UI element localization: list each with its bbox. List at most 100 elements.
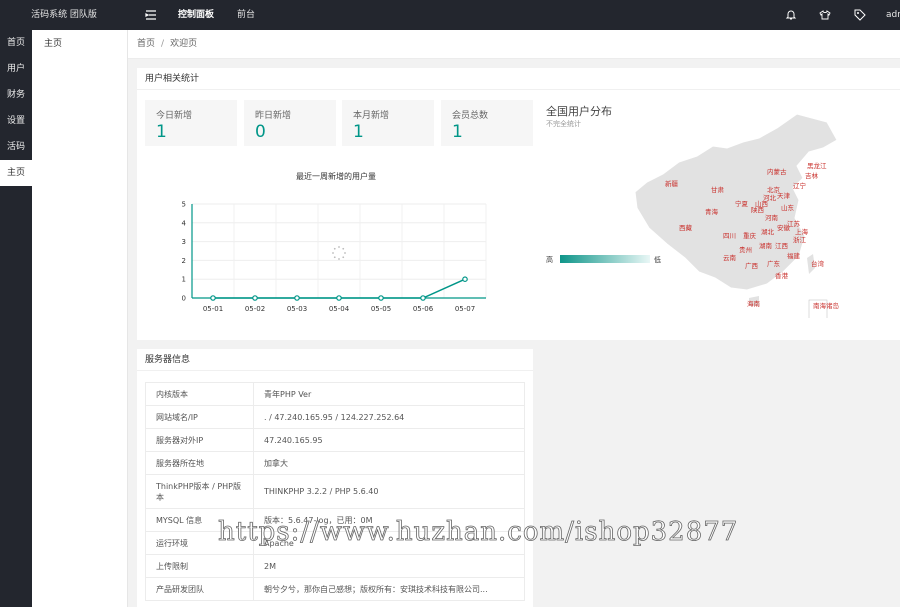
- tag-icon[interactable]: [854, 9, 866, 21]
- data-point[interactable]: [462, 276, 468, 283]
- loading-spinner-dot: [338, 258, 340, 260]
- x-tick-label: 05-04: [329, 305, 350, 313]
- row-value: . / 47.240.165.95 / 124.227.252.64: [253, 405, 525, 429]
- map-province-label[interactable]: 安徽: [777, 223, 791, 232]
- data-point[interactable]: [336, 295, 342, 301]
- map-province-label[interactable]: 贵州: [739, 245, 752, 254]
- map-province-label[interactable]: 四川: [723, 232, 736, 240]
- map-province-label[interactable]: 青海: [705, 207, 719, 216]
- sidebar-item-home[interactable]: 首页: [0, 30, 32, 56]
- map-province-label[interactable]: 西藏: [679, 223, 693, 232]
- map-province-label[interactable]: 山东: [781, 203, 795, 212]
- sidebar-item-settings[interactable]: 设置: [0, 108, 32, 134]
- data-point[interactable]: [252, 295, 258, 301]
- x-tick-label: 05-03: [287, 305, 307, 313]
- sidebar-item-finance[interactable]: 财务: [0, 82, 32, 108]
- y-tick-label: 2: [182, 257, 186, 265]
- table-row: 服务器所在地 加拿大: [145, 451, 525, 475]
- map-province-label[interactable]: 陕西: [751, 205, 765, 214]
- sidebar-item-main[interactable]: 主页: [0, 160, 32, 186]
- brand-title: 活码系统 团队版: [31, 10, 97, 20]
- map-province-label[interactable]: 台湾: [811, 259, 825, 268]
- loading-spinner-dot: [344, 252, 346, 254]
- map-province-label[interactable]: 黑龙江: [807, 161, 827, 170]
- map-province-label[interactable]: 河南: [765, 213, 779, 222]
- map-province-label[interactable]: 福建: [787, 251, 801, 260]
- breadcrumb-home[interactable]: 首页: [137, 30, 155, 59]
- map-province-label[interactable]: 海南: [747, 299, 761, 308]
- sidebar-item-livecode[interactable]: 活码: [0, 134, 32, 160]
- card-title: 用户相关统计: [137, 68, 900, 90]
- y-tick-label: 1: [182, 276, 186, 284]
- table-row: 产品研发团队 朝兮夕兮，那你自己感想；版权所有：安琪技术科技有限公司...: [145, 577, 525, 601]
- data-point[interactable]: [210, 295, 216, 301]
- x-tick-label: 05-06: [413, 305, 434, 313]
- row-value: 加拿大: [253, 451, 525, 475]
- map-province-label[interactable]: 宁夏: [735, 199, 749, 208]
- stat-value: 1: [353, 122, 364, 142]
- stat-label: 昨日新增: [255, 111, 292, 121]
- x-tick-label: 05-05: [371, 305, 391, 313]
- menu-icon[interactable]: [145, 9, 157, 21]
- data-point[interactable]: [378, 295, 384, 301]
- loading-spinner-dot: [332, 252, 334, 254]
- loading-spinner-dot: [338, 246, 340, 248]
- data-point[interactable]: [294, 295, 300, 301]
- breadcrumb-current: 欢迎页: [170, 39, 198, 49]
- row-key: 内核版本: [145, 382, 254, 406]
- map-province-label[interactable]: 上海: [795, 227, 809, 236]
- card-title: 服务器信息: [137, 349, 533, 371]
- user-stats-card: 用户相关统计 今日新增 1 昨日新增 0 本月新增 1 会员总数 1 最近一周新…: [137, 68, 900, 340]
- x-tick-label: 05-02: [245, 305, 265, 313]
- map-province-label[interactable]: 云南: [723, 253, 737, 262]
- map-province-label[interactable]: 内蒙古: [767, 167, 787, 176]
- map-province-label[interactable]: 浙江: [793, 235, 807, 244]
- x-tick-label: 05-01: [203, 305, 223, 313]
- y-tick-label: 3: [182, 238, 186, 246]
- map-province-label[interactable]: 甘肃: [711, 185, 725, 194]
- y-tick-label: 5: [182, 201, 186, 209]
- map-province-label[interactable]: 重庆: [743, 231, 757, 240]
- nav-dashboard[interactable]: 控制面板: [178, 0, 214, 30]
- y-tick-label: 0: [182, 295, 186, 303]
- row-key: 服务器对外IP: [145, 428, 254, 452]
- breadcrumb-separator: /: [161, 39, 165, 49]
- shirt-icon[interactable]: [819, 9, 831, 21]
- row-key: 服务器所在地: [145, 451, 254, 475]
- table-row: 上传限制 2M: [145, 554, 525, 578]
- map-province-label[interactable]: 辽宁: [793, 181, 807, 190]
- sidebar-item-users[interactable]: 用户: [0, 56, 32, 82]
- server-info-card: 服务器信息 内核版本 青年PHP Ver 网站域名/IP. / 47.240.16…: [137, 349, 533, 607]
- legend-low-label: 低: [654, 256, 661, 264]
- stat-value: 1: [452, 122, 463, 142]
- stat-label: 本月新增: [353, 111, 390, 121]
- map-province-label[interactable]: 新疆: [665, 179, 679, 188]
- map-province-label[interactable]: 广东: [767, 259, 781, 268]
- main-sidebar: 首页 用户 财务 设置 活码 主页: [0, 30, 32, 607]
- series-line: [213, 278, 466, 299]
- loading-spinner-dot: [342, 247, 345, 250]
- chart-title: 最近一周新增的用户量: [296, 172, 376, 181]
- subnav-item-main[interactable]: 主页: [32, 30, 127, 58]
- nav-frontend[interactable]: 前台: [237, 0, 255, 30]
- map-province-label[interactable]: 天津: [777, 192, 791, 200]
- user-menu[interactable]: adr: [886, 0, 900, 30]
- stat-label: 会员总数: [452, 111, 489, 121]
- server-info-table: 内核版本 青年PHP Ver 网站域名/IP. / 47.240.165.95 /…: [145, 382, 525, 601]
- map-province-label[interactable]: 吉林: [805, 171, 819, 180]
- data-point[interactable]: [420, 295, 426, 301]
- row-value: 朝兮夕兮，那你自己感想；版权所有：安琪技术科技有限公司...: [253, 577, 525, 601]
- stat-month: 本月新增 1: [342, 100, 434, 146]
- map-province-label[interactable]: 香港: [775, 271, 789, 280]
- table-row: 内核版本 青年PHP Ver: [145, 382, 525, 406]
- map-province-label[interactable]: 湖北: [761, 227, 775, 236]
- map-province-label[interactable]: 江西: [775, 242, 789, 250]
- map-province-label[interactable]: 湖南: [759, 241, 773, 250]
- bell-icon[interactable]: [785, 9, 797, 21]
- row-value: 47.240.165.95: [253, 428, 525, 452]
- map-province-label[interactable]: 广西: [745, 261, 759, 270]
- weekly-new-users-chart: 0 1 2 3 4 5 05-01 05-02 05-03 05-04 05-05 05-06 05-0…: [182, 201, 487, 313]
- legend-high-label: 高: [546, 256, 553, 264]
- stat-value: 1: [156, 122, 167, 142]
- map-province-label[interactable]: 南海诸岛: [813, 301, 839, 310]
